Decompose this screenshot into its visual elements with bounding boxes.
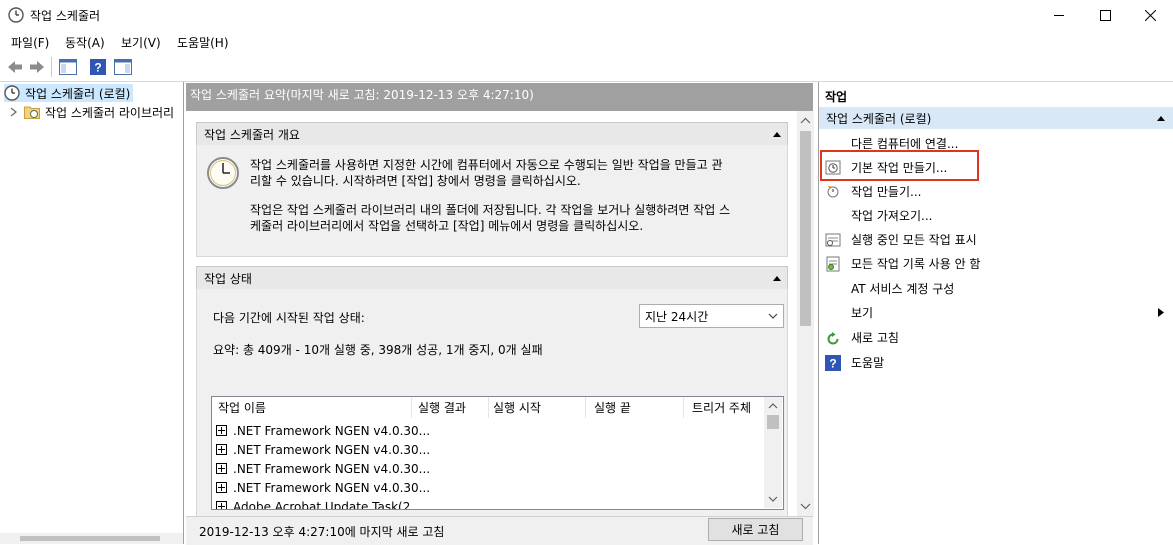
table-row[interactable]: .NET Framework NGEN v4.0.30... [216, 421, 430, 440]
scrollbar-thumb[interactable] [767, 415, 779, 429]
console-tree [0, 82, 184, 544]
action-display-running-tasks[interactable]: 실행 중인 모든 작업 표시 [851, 229, 977, 249]
window-title: 작업 스케줄러 [30, 9, 101, 23]
toolbar-separator [51, 57, 52, 77]
overview-section-header[interactable]: 작업 스케줄러 개요 [196, 122, 788, 146]
task-status-table: 작업 이름 실행 결과 실행 시작 실행 끝 트리거 주체 .NET Frame… [211, 396, 784, 510]
column-header[interactable]: 실행 시작 [489, 397, 586, 418]
close-button[interactable] [1127, 0, 1173, 31]
last-refresh-text: 2019-12-13 오후 4:27:10에 마지막 새로 고침 [199, 525, 445, 539]
toolbar [0, 54, 1173, 82]
maximize-button[interactable] [1082, 0, 1128, 31]
help-button[interactable]: ? [88, 57, 108, 77]
vertical-scrollbar[interactable] [797, 111, 814, 516]
refresh-button[interactable]: 새로 고침 [708, 518, 803, 541]
submenu-arrow-icon [1158, 308, 1164, 317]
scroll-down-icon[interactable] [797, 498, 814, 514]
action-pane-icon [114, 59, 132, 75]
expand-icon[interactable] [216, 425, 227, 436]
column-header[interactable]: 작업 이름 [212, 397, 412, 418]
refresh-icon [827, 332, 839, 345]
collapse-icon[interactable] [773, 131, 781, 137]
clock-icon [4, 85, 20, 101]
forward-arrow-icon [30, 61, 44, 73]
overview-paragraph-1: 작업 스케줄러를 사용하면 지정한 시간에 컴퓨터에서 자동으로 수행되는 일반… [250, 158, 723, 188]
back-button[interactable] [5, 57, 25, 77]
clock-icon [207, 157, 239, 189]
help-icon: ? [90, 59, 106, 75]
tree-item-local-scheduler[interactable]: 작업 스케줄러 (로컬) [4, 84, 134, 102]
expand-icon[interactable] [216, 463, 227, 474]
menu-file[interactable]: 파일(F) [11, 34, 49, 51]
action-import-task[interactable]: 작업 가져오기... [851, 205, 933, 225]
maximize-icon [1099, 10, 1111, 21]
column-header[interactable]: 실행 결과 [412, 397, 489, 418]
action-view[interactable]: 보기 [851, 302, 873, 322]
chevron-down-icon [768, 313, 778, 319]
show-hide-action-pane-button[interactable] [113, 57, 133, 77]
running-tasks-icon [825, 233, 841, 247]
chevron-right-icon[interactable] [10, 107, 18, 117]
scroll-up-icon[interactable] [764, 399, 782, 413]
task-history-icon [826, 256, 840, 272]
status-title: 작업 상태 [204, 271, 252, 286]
period-dropdown[interactable]: 지난 24시간 [639, 304, 784, 328]
table-row[interactable]: Adobe Acrobat Update Task(2... [216, 497, 422, 509]
forward-button[interactable] [27, 57, 47, 77]
close-icon [1144, 10, 1156, 21]
table-row[interactable]: .NET Framework NGEN v4.0.30... [216, 478, 430, 497]
scroll-down-icon[interactable] [764, 492, 782, 506]
status-section-header[interactable]: 작업 상태 [196, 266, 788, 290]
action-disable-task-history[interactable]: 모든 작업 기록 사용 안 함 [851, 253, 980, 273]
action-create-task[interactable]: 작업 만들기... [851, 181, 921, 201]
column-header[interactable]: 실행 끝 [586, 397, 684, 418]
menu-help[interactable]: 도움말(H) [177, 34, 229, 51]
action-at-service-account[interactable]: AT 서비스 계정 구성 [851, 278, 954, 298]
expand-icon[interactable] [216, 501, 227, 509]
scrollbar-thumb[interactable] [20, 536, 160, 541]
period-dropdown-value: 지난 24시간 [645, 309, 709, 324]
basic-task-icon [825, 160, 841, 175]
tree-item-library[interactable]: 작업 스케줄러 라이브러리 [10, 103, 174, 121]
expand-icon[interactable] [216, 444, 227, 455]
console-tree-icon [59, 59, 77, 75]
summary-header-text: 작업 스케줄러 요약(마지막 새로 고침: 2019-12-13 오후 4:27… [190, 88, 534, 102]
action-create-basic-task[interactable]: 기본 작업 만들기... [851, 157, 947, 177]
overview-paragraph-2: 작업은 작업 스케줄러 라이브러리 내의 폴더에 저장됩니다. 각 작업을 보거… [250, 203, 731, 233]
menu-view[interactable]: 보기(V) [121, 34, 161, 51]
scrollbar-thumb[interactable] [800, 131, 811, 326]
minimize-button[interactable] [1036, 0, 1082, 31]
tree-item-label: 작업 스케줄러 라이브러리 [45, 105, 175, 120]
tree-item-label: 작업 스케줄러 (로컬) [25, 86, 131, 101]
svg-text:?: ? [829, 357, 836, 371]
expand-icon[interactable] [216, 482, 227, 493]
overview-title: 작업 스케줄러 개요 [204, 127, 300, 142]
back-arrow-icon [8, 61, 22, 73]
menu-action[interactable]: 동작(A) [65, 34, 105, 51]
action-refresh[interactable]: 새로 고침 [851, 327, 899, 347]
summary-header: 작업 스케줄러 요약(마지막 새로 고침: 2019-12-13 오후 4:27… [186, 83, 813, 111]
title-bar [0, 0, 1173, 31]
column-header[interactable]: 트리거 주체 [684, 397, 764, 418]
status-summary: 요약: 총 409개 - 10개 실행 중, 398개 성공, 1개 중지, 0… [213, 343, 543, 357]
table-row[interactable]: .NET Framework NGEN v4.0.30... [216, 459, 430, 478]
table-vertical-scrollbar[interactable] [764, 397, 782, 508]
action-help[interactable]: 도움말 [851, 352, 884, 372]
collapse-icon[interactable] [1157, 115, 1165, 121]
menu-bar [0, 31, 1173, 53]
collapse-icon[interactable] [773, 275, 781, 281]
minimize-icon [1054, 15, 1064, 16]
actions-header: 작업 [825, 90, 848, 104]
clock-icon [8, 7, 24, 23]
period-label: 다음 기간에 시작된 작업 상태: [213, 311, 365, 325]
show-hide-console-tree-button[interactable] [58, 57, 78, 77]
svg-text:?: ? [94, 61, 101, 75]
horizontal-scrollbar[interactable] [0, 533, 183, 544]
scroll-up-icon[interactable] [797, 113, 814, 129]
help-icon: ? [825, 355, 841, 371]
table-row[interactable]: .NET Framework NGEN v4.0.30... [216, 440, 430, 459]
folder-clock-icon [24, 106, 40, 119]
actions-group-header[interactable]: 작업 스케줄러 (로컬) [819, 107, 1173, 129]
create-task-icon [827, 186, 839, 198]
